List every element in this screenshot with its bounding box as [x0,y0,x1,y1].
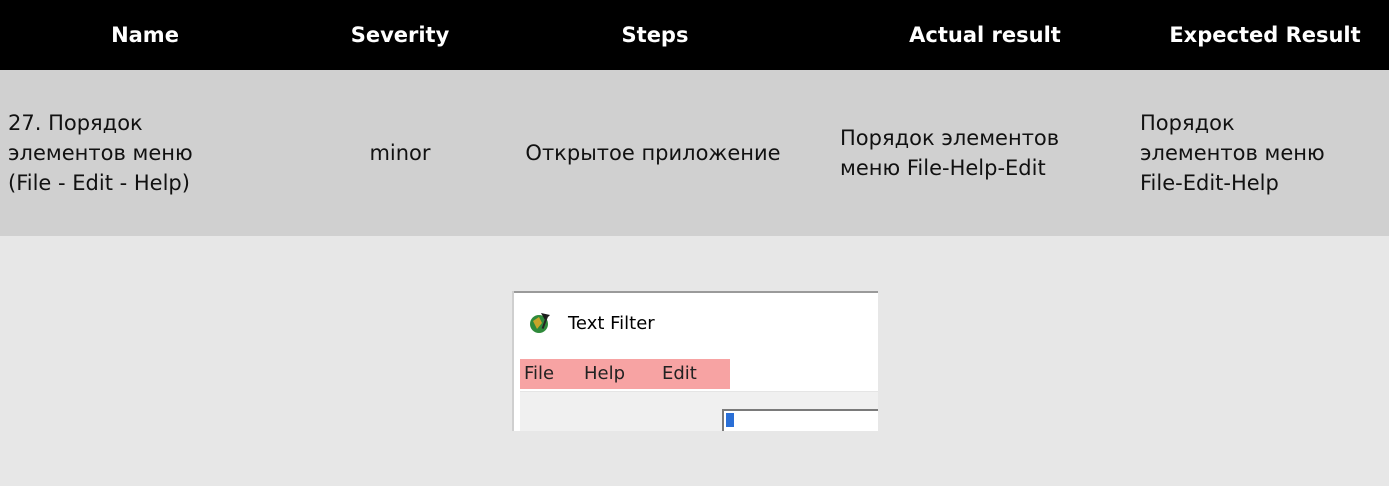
bug-screenshot: Text Filter File Help Edit [512,291,878,431]
text-caret [726,413,734,427]
menu-bar: File Help Edit [520,359,730,389]
name-line: (File - Edit - Help) [8,171,190,195]
name-line: элементов меню [8,141,193,165]
header-actual-result: Actual result [909,23,1061,47]
cell-steps: Открытое приложение [488,70,818,236]
header-expected-result: Expected Result [1169,23,1361,47]
cell-severity: minor [330,70,470,236]
actual-line: Порядок элементов [840,126,1060,150]
steps-value: Открытое приложение [525,141,781,165]
table-header: Name Severity Steps Actual result Expect… [0,0,1389,70]
table-row: 27. Порядок элементов меню (File - Edit … [0,70,1389,236]
cell-expected-result: Порядок элементов меню File-Edit-Help [1140,70,1380,236]
screenshot-row: Text Filter File Help Edit [0,236,1389,486]
cell-name: 27. Порядок элементов меню (File - Edit … [8,70,268,236]
expected-line: элементов меню [1140,141,1325,165]
name-line: 27. Порядок [8,111,143,135]
header-severity: Severity [350,23,450,47]
bug-report-table: Name Severity Steps Actual result Expect… [0,0,1389,486]
window-title: Text Filter [568,313,655,334]
menu-help[interactable]: Help [584,359,625,389]
window-edge [512,291,514,431]
expected-line: Порядок [1140,111,1235,135]
cell-actual-result: Порядок элементов меню File-Help-Edit [840,70,1130,236]
window-edge [512,291,878,293]
expected-line: File-Edit-Help [1140,171,1279,195]
header-name: Name [111,23,179,47]
app-icon [530,313,550,333]
menu-file[interactable]: File [524,359,554,389]
severity-value: minor [369,141,431,165]
menu-edit[interactable]: Edit [662,359,697,389]
actual-line: меню File-Help-Edit [840,156,1046,180]
text-input[interactable] [722,409,878,431]
header-steps: Steps [621,23,689,47]
